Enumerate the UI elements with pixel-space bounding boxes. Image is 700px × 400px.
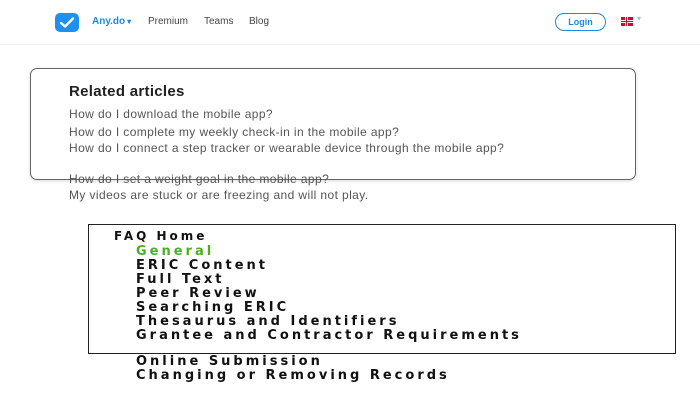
anydo-logo-icon[interactable] (55, 13, 79, 32)
nav-teams-link[interactable]: Teams (204, 16, 233, 27)
related-article-link[interactable]: My videos are stuck or are freezing and … (69, 188, 369, 202)
faq-link-eric-content[interactable]: ERIC Content (136, 259, 268, 272)
brand-menu[interactable]: Any.do ▾ (92, 16, 131, 27)
faq-link-peer-review[interactable]: Peer Review (136, 287, 260, 300)
faq-link-thesaurus[interactable]: Thesaurus and Identifiers (136, 315, 399, 328)
chevron-down-icon: ▾ (127, 17, 132, 26)
language-chevron-down-icon[interactable]: ▾ (637, 14, 641, 23)
faq-link-searching-eric[interactable]: Searching ERIC (136, 301, 289, 314)
uk-flag-icon[interactable] (621, 17, 633, 26)
header-divider (0, 44, 700, 45)
related-article-link[interactable]: How do I set a weight goal in the mobile… (69, 172, 329, 186)
related-article-link[interactable]: How do I complete my weekly check-in in … (69, 125, 399, 139)
related-article-link[interactable]: How do I connect a step tracker or weara… (69, 142, 609, 154)
faq-link-general[interactable]: General (136, 245, 214, 258)
faq-link-grantee-requirements[interactable]: Grantee and Contractor Requirements (136, 329, 596, 342)
related-article-link[interactable]: How do I download the mobile app? (69, 107, 273, 121)
faq-home-link[interactable]: FAQ Home (114, 229, 207, 243)
login-button[interactable]: Login (555, 13, 606, 31)
nav-blog-link[interactable]: Blog (249, 16, 269, 27)
faq-link-full-text[interactable]: Full Text (136, 273, 224, 286)
faq-link-online-submission[interactable]: Online Submission (136, 355, 323, 368)
related-articles-title: Related articles (69, 83, 185, 100)
top-navigation-bar: Any.do ▾ Premium Teams Blog Login ▾ (0, 0, 700, 44)
faq-link-changing-records[interactable]: Changing or Removing Records (136, 369, 596, 382)
nav-premium-link[interactable]: Premium (148, 16, 188, 27)
brand-label: Any.do (92, 16, 126, 27)
